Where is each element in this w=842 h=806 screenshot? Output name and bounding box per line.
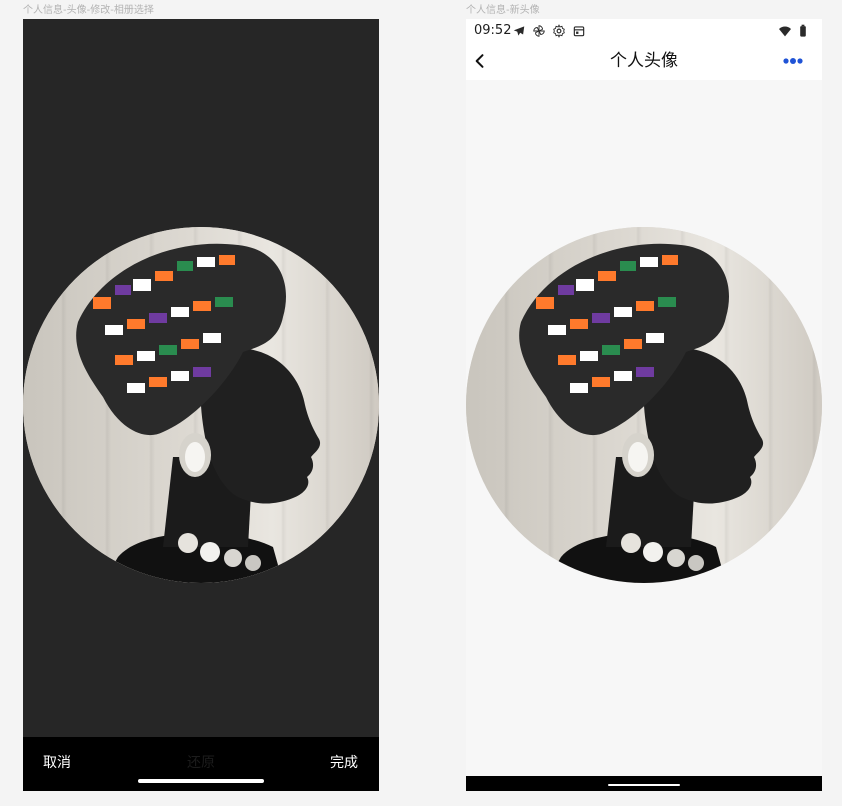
artboard-label-crop: 个人信息-头像-修改-相册选择	[23, 5, 154, 16]
gear-icon	[553, 24, 565, 38]
restore-button[interactable]: 还原	[23, 755, 379, 771]
artboard-label-new-avatar: 个人信息-新头像	[466, 5, 540, 16]
status-bar: 09:52	[466, 19, 822, 43]
top-nav-bar: 个人头像	[466, 43, 822, 80]
crop-preview[interactable]	[23, 227, 379, 583]
status-icons-right	[777, 24, 808, 38]
page-title: 个人头像	[610, 51, 678, 71]
done-button[interactable]: 完成	[330, 755, 358, 771]
crop-bottom-bar: 取消 还原 完成	[23, 737, 379, 791]
portrait-image	[519, 243, 764, 583]
battery-icon	[800, 24, 806, 37]
portrait-earring	[179, 433, 211, 477]
status-time: 09:52	[474, 23, 512, 38]
home-indicator	[138, 779, 264, 783]
pinwheel-icon	[533, 25, 545, 37]
new-avatar-screen: 09:52 个人头像	[466, 19, 822, 791]
portrait-image	[76, 243, 321, 583]
avatar-preview	[466, 227, 822, 583]
avatar-crop-screen: 取消 还原 完成	[23, 19, 379, 791]
wifi-icon	[779, 26, 791, 37]
system-nav-bar	[466, 776, 822, 791]
home-indicator	[608, 784, 680, 786]
more-dots-icon[interactable]	[782, 55, 804, 67]
telegram-icon	[513, 26, 525, 36]
portrait-earring	[622, 433, 654, 477]
status-icons-left	[512, 23, 586, 39]
calendar-icon	[573, 26, 585, 37]
